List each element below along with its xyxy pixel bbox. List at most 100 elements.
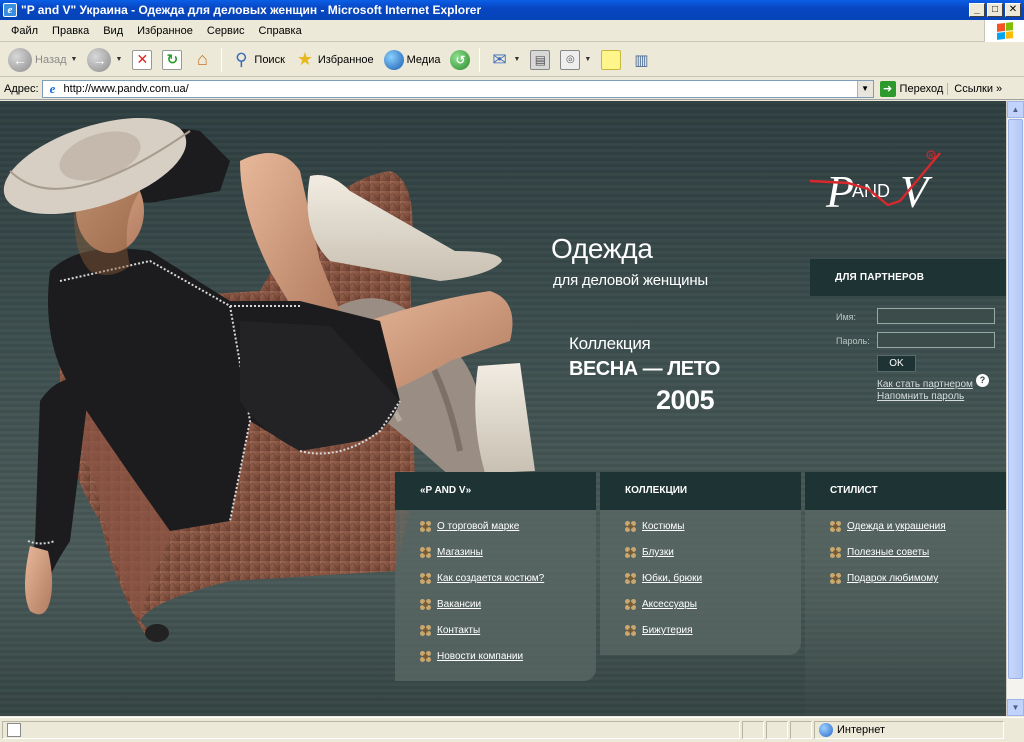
star-icon: ★	[296, 49, 313, 69]
search-button[interactable]: ⚲ Поиск	[227, 46, 288, 74]
remind-password-link[interactable]: Напомнить пароль	[877, 391, 964, 402]
menu-help[interactable]: Справка	[252, 25, 309, 37]
toolbar-separator	[221, 47, 223, 72]
edit-button[interactable]: ◎ ▼	[556, 46, 595, 74]
mail-icon: ✉	[492, 49, 507, 69]
forward-button[interactable]: → ▼	[83, 46, 126, 74]
nav-item-vacancies[interactable]: Вакансии	[420, 599, 481, 610]
nav-item-clothing-jewelry[interactable]: Одежда и украшения	[830, 521, 946, 532]
minimize-button[interactable]: _	[969, 3, 985, 17]
edit-dropdown-icon[interactable]: ▼	[584, 56, 591, 63]
research-button[interactable]: ▥	[627, 46, 655, 74]
nav-item-skirts[interactable]: Юбки, брюки	[625, 573, 702, 584]
forward-arrow-icon: →	[87, 47, 112, 72]
refresh-button[interactable]: ↻	[158, 46, 186, 74]
flower-bullet-icon	[420, 599, 431, 610]
flower-bullet-icon	[625, 521, 636, 532]
nav-brand-header: «P AND V»	[395, 472, 596, 510]
menu-bar: Файл Правка Вид Избранное Сервис Справка	[0, 20, 1024, 42]
nav-item-blouses[interactable]: Блузки	[625, 547, 674, 558]
nav-item-gift[interactable]: Подарок любимому	[830, 573, 938, 584]
status-privacy	[790, 721, 812, 739]
nav-item-jewelry[interactable]: Бижутерия	[625, 625, 693, 636]
maximize-button[interactable]: □	[987, 3, 1003, 17]
vertical-scrollbar[interactable]: ▲ ▼	[1006, 101, 1024, 716]
history-icon: ↺	[450, 49, 471, 70]
home-icon: ⌂	[196, 49, 208, 69]
favorites-label: Избранное	[317, 53, 374, 66]
page-icon: e	[49, 80, 56, 96]
address-label: Адрес:	[4, 82, 39, 95]
menu-edit[interactable]: Правка	[45, 25, 96, 37]
nav-item-how-made[interactable]: Как создается костюм?	[420, 573, 544, 584]
scroll-up-icon[interactable]: ▲	[1007, 101, 1024, 118]
toolbar: ← Назад ▼ → ▼ ✕ ↻ ⌂ ⚲ Поиск ★ Избранное …	[0, 43, 1024, 77]
password-input[interactable]	[877, 332, 995, 348]
nav-item-stores[interactable]: Магазины	[420, 547, 483, 558]
menu-tools[interactable]: Сервис	[200, 25, 252, 37]
discuss-button[interactable]	[597, 46, 625, 74]
svg-text:R: R	[929, 154, 934, 160]
nav-item-contacts[interactable]: Контакты	[420, 625, 480, 636]
page-viewport: P AND V R Одежда для деловой женщины Кол…	[0, 101, 1006, 716]
back-arrow-icon: ←	[8, 47, 32, 72]
nav-item-about[interactable]: О торговой марке	[420, 521, 519, 532]
menu-view[interactable]: Вид	[96, 25, 130, 37]
status-zone: Интернет	[814, 721, 1004, 739]
scroll-down-icon[interactable]: ▼	[1007, 699, 1024, 716]
flower-bullet-icon	[830, 573, 841, 584]
stop-button[interactable]: ✕	[128, 46, 156, 74]
scroll-thumb[interactable]	[1008, 119, 1023, 679]
history-button[interactable]: ↺	[446, 46, 474, 74]
refresh-icon: ↻	[162, 49, 183, 70]
research-icon: ▥	[634, 51, 649, 69]
menu-favorites[interactable]: Избранное	[130, 25, 200, 37]
favorites-button[interactable]: ★ Избранное	[291, 46, 378, 74]
address-input[interactable]: e http://www.pandv.com.ua/ ▼	[41, 79, 874, 98]
login-ok-button[interactable]: OK	[877, 355, 916, 372]
flower-bullet-icon	[420, 547, 431, 558]
flower-bullet-icon	[420, 651, 431, 662]
flower-bullet-icon	[420, 625, 431, 636]
help-icon[interactable]: ?	[976, 374, 989, 387]
print-button[interactable]: ▤	[526, 46, 554, 74]
nav-collections-header: КОЛЛЕКЦИИ	[600, 472, 801, 510]
mail-dropdown-icon[interactable]: ▼	[513, 56, 520, 63]
status-bar: Интернет	[0, 717, 1024, 742]
collection-label: Коллекция	[569, 334, 651, 353]
menu-file[interactable]: Файл	[4, 25, 45, 37]
forward-dropdown-icon[interactable]: ▼	[115, 56, 122, 63]
mail-button[interactable]: ✉ ▼	[485, 46, 524, 74]
subheadline: для деловой женщины	[553, 272, 708, 289]
flower-bullet-icon	[625, 599, 636, 610]
collection-season: ВЕСНА — ЛЕТО	[569, 358, 720, 380]
address-url[interactable]: http://www.pandv.com.ua/	[64, 83, 857, 95]
nav-item-suits[interactable]: Костюмы	[625, 521, 684, 532]
nav-item-accessories[interactable]: Аксессуары	[625, 599, 697, 610]
become-partner-link[interactable]: Как стать партнером	[877, 379, 973, 390]
nav-item-tips[interactable]: Полезные советы	[830, 547, 929, 558]
flower-bullet-icon	[830, 547, 841, 558]
media-globe-icon	[383, 49, 404, 70]
status-progress	[742, 721, 764, 739]
address-bar: Адрес: e http://www.pandv.com.ua/ ▼ ➜ Пе…	[0, 78, 1024, 100]
ie-icon[interactable]: e	[3, 3, 17, 17]
windows-flag-icon	[996, 22, 1013, 40]
media-button[interactable]: Медиа	[380, 46, 445, 74]
links-button[interactable]: Ссылки »	[947, 82, 1006, 95]
name-input[interactable]	[877, 308, 995, 324]
svg-text:P: P	[825, 166, 854, 217]
nav-item-news[interactable]: Новости компании	[420, 651, 523, 662]
toolbar-separator	[479, 47, 481, 72]
pandv-logo[interactable]: P AND V R	[808, 145, 948, 217]
back-button[interactable]: ← Назад ▼	[4, 46, 81, 74]
status-security	[766, 721, 788, 739]
address-dropdown-icon[interactable]: ▼	[856, 80, 873, 97]
close-button[interactable]: ✕	[1005, 3, 1021, 17]
media-label: Медиа	[406, 53, 441, 66]
back-dropdown-icon[interactable]: ▼	[71, 56, 78, 63]
edit-icon: ◎	[560, 49, 581, 70]
go-button[interactable]: ➜ Переход	[874, 80, 948, 97]
flower-bullet-icon	[830, 521, 841, 532]
home-button[interactable]: ⌂	[188, 46, 216, 74]
